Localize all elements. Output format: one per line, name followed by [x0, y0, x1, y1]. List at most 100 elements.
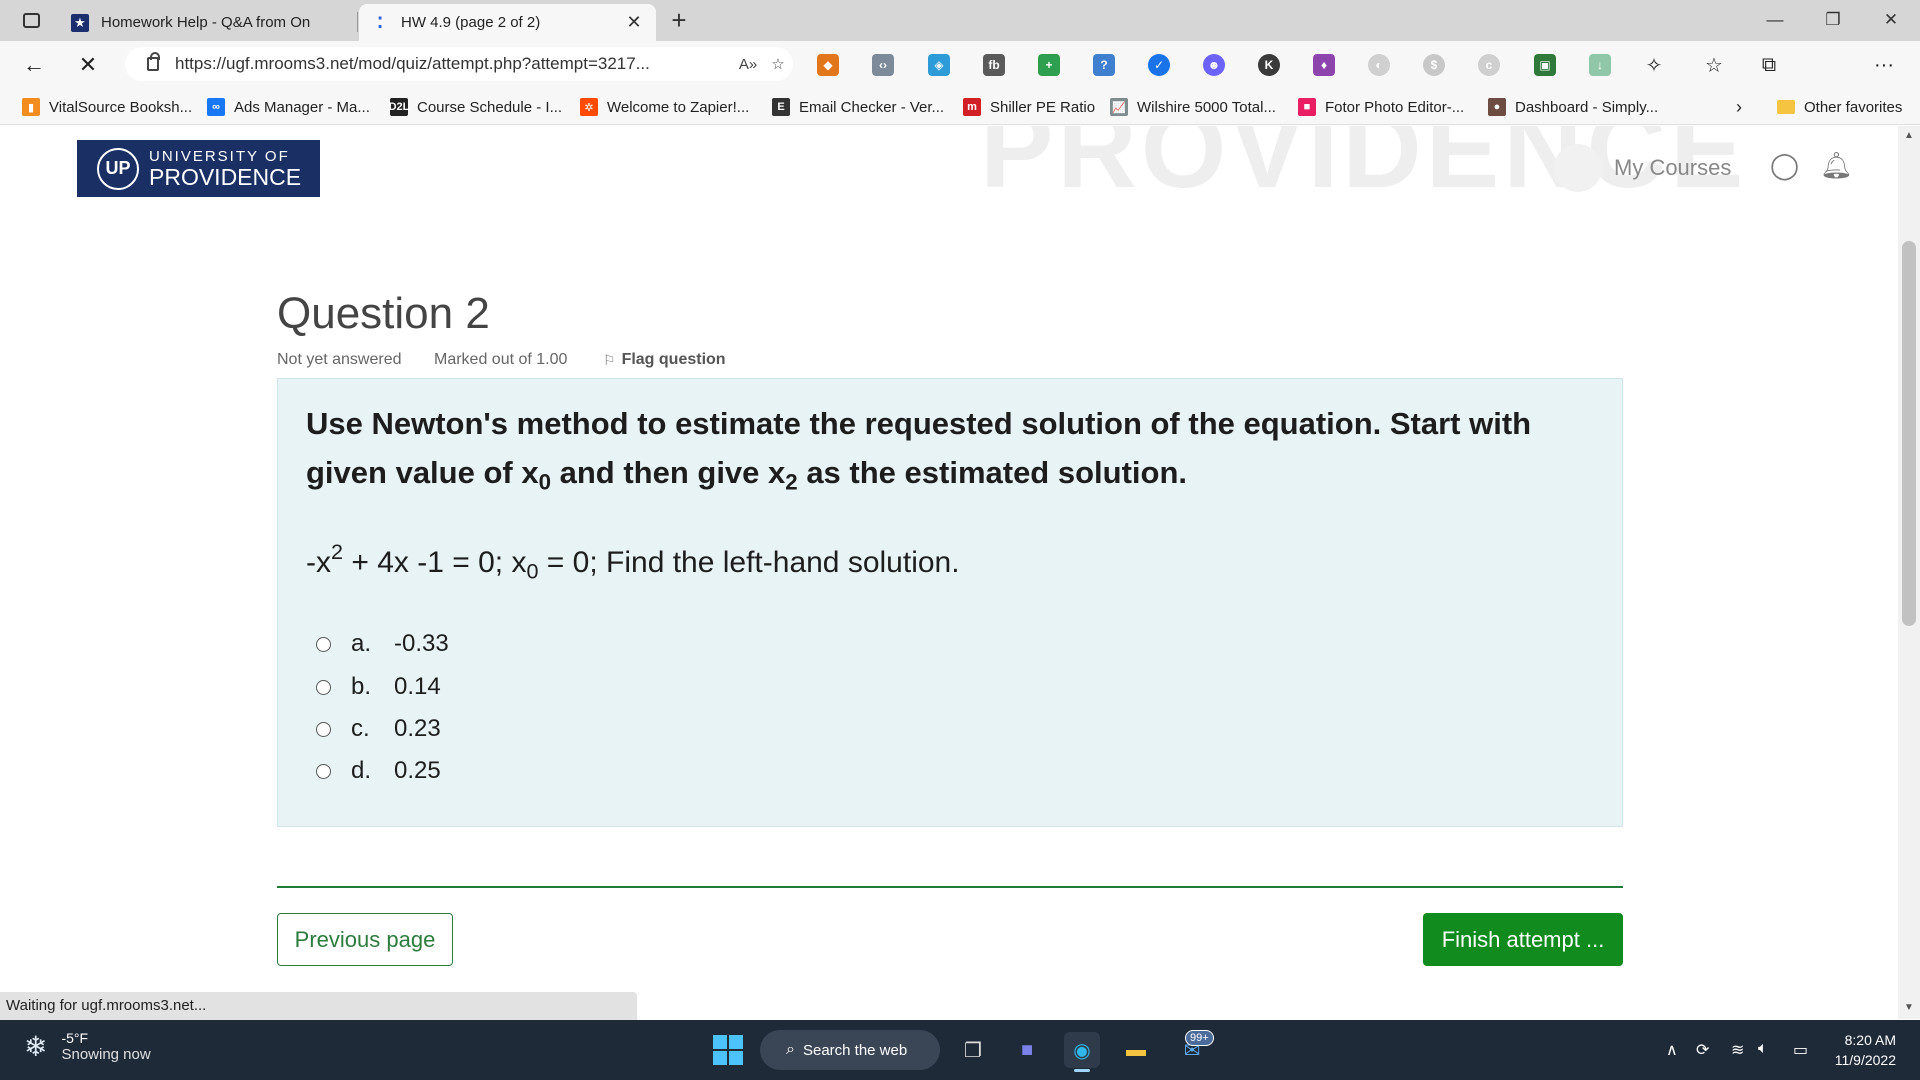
my-courses-label: My Courses [1614, 155, 1732, 180]
add-favorite-icon[interactable]: ☆ [763, 55, 793, 73]
messages-icon[interactable]: ◯ [1770, 150, 1799, 181]
favorite-item[interactable]: ∞ Ads Manager - Ma... [207, 96, 370, 118]
browser-status-text: Waiting for ugf.mrooms3.net... [0, 992, 637, 1020]
favorite-item[interactable]: ✲ Welcome to Zapier!... [580, 96, 749, 118]
back-button[interactable]: ← [18, 50, 50, 80]
tab-actions-button[interactable] [16, 8, 46, 32]
file-explorer-icon[interactable]: ▬ [1118, 1032, 1154, 1068]
lock-icon [147, 52, 160, 71]
sync-icon[interactable]: ⟳ [1696, 1040, 1709, 1060]
code-extension-icon[interactable]: ‹› [872, 54, 894, 76]
radio-button[interactable] [316, 721, 331, 737]
windows-logo-icon [713, 1035, 727, 1049]
metamask-extension-icon[interactable]: ◆ [817, 54, 839, 76]
email-checker-icon: E [772, 98, 790, 116]
download-extension-icon[interactable]: ↓ [1589, 54, 1611, 76]
equation-text: + 4x -1 = 0; x [343, 545, 527, 579]
new-tab-button[interactable]: + [664, 5, 694, 35]
temperature: -5°F [61, 1030, 89, 1046]
scrollbar-thumb[interactable] [1902, 241, 1916, 626]
tab-strip: ★ Homework Help - Q&A from On ⁚ HW 4.9 (… [0, 0, 1920, 41]
windows-logo-icon [729, 1035, 743, 1049]
fb-extension-icon[interactable]: fb [983, 54, 1005, 76]
scroll-down-arrow-icon[interactable]: ▼ [1904, 1002, 1914, 1013]
favorite-item[interactable]: ■ Fotor Photo Editor-... [1298, 96, 1464, 118]
teams-chat-icon[interactable]: ■ [1009, 1032, 1045, 1068]
dollar-extension-icon[interactable]: $ [1423, 54, 1445, 76]
favorite-item[interactable]: D2L Course Schedule - I... [389, 96, 562, 118]
tab-homework-help[interactable]: ★ Homework Help - Q&A from On [59, 4, 357, 41]
url-text: https://ugf.mrooms3.net/mod/quiz/attempt… [175, 54, 650, 73]
flag-question-label: Flag question [621, 351, 726, 368]
show-hidden-icons-chevron-icon[interactable]: ∧ [1666, 1040, 1678, 1060]
university-logo[interactable]: UP UNIVERSITY OF PROVIDENCE [77, 140, 320, 197]
equation-superscript: 2 [331, 539, 344, 564]
meta-icon: ∞ [207, 98, 225, 116]
favorite-item[interactable]: E Email Checker - Ver... [772, 96, 944, 118]
battery-icon[interactable]: ▭ [1793, 1040, 1808, 1060]
read-aloud-icon[interactable]: A» [733, 56, 763, 73]
link-extension-icon[interactable]: ◈ [928, 54, 950, 76]
favorites-overflow-chevron-icon[interactable]: › [1736, 96, 1742, 118]
stop-loading-button[interactable]: ✕ [72, 50, 104, 80]
check-extension-icon[interactable]: ✓ [1148, 54, 1170, 76]
ruler-extension-icon[interactable]: ? [1093, 54, 1115, 76]
radio-button[interactable] [316, 763, 331, 779]
taskbar-search[interactable]: ⌕ Search the web [760, 1030, 940, 1070]
favorites-icon[interactable]: ☆ [1698, 50, 1730, 80]
logo-line-1: UNIVERSITY OF [149, 147, 290, 165]
finish-attempt-button[interactable]: Finish attempt ... [1423, 913, 1623, 966]
zapier-icon: ✲ [580, 98, 598, 116]
option-value: 0.14 [394, 673, 441, 700]
notifications-bell-icon[interactable]: 🔔︎ [1820, 150, 1853, 181]
favorite-label: Welcome to Zapier!... [607, 98, 750, 116]
star-favicon-icon: ★ [71, 13, 89, 32]
other-favorites-folder[interactable]: Other favorites [1777, 96, 1902, 118]
previous-page-button[interactable]: Previous page [277, 913, 453, 966]
address-bar[interactable]: https://ugf.mrooms3.net/mod/quiz/attempt… [125, 47, 793, 81]
radio-button[interactable] [316, 679, 331, 695]
favorite-item[interactable]: ▮ VitalSource Booksh... [22, 96, 192, 118]
volume-muted-icon[interactable]: 🔈︎ [1758, 1040, 1768, 1058]
chat-extension-icon[interactable]: ☻ [1203, 54, 1225, 76]
favorite-label: VitalSource Booksh... [49, 98, 193, 116]
question-title: Question 2 [277, 289, 490, 338]
taskbar-clock[interactable]: 8:20 AM 11/9/2022 [1826, 1030, 1896, 1070]
tab-hw-4-9[interactable]: ⁚ HW 4.9 (page 2 of 2) ✕ [359, 4, 656, 41]
radio-button[interactable] [316, 636, 331, 652]
wifi-icon[interactable]: ≋ [1731, 1040, 1744, 1060]
start-button[interactable] [713, 1035, 743, 1065]
favorite-item[interactable]: 📈 Wilshire 5000 Total... [1110, 96, 1276, 118]
extensions-icon[interactable]: ✧ [1638, 50, 1670, 80]
search-icon: ⌕ [786, 1041, 795, 1058]
answer-option-c[interactable]: c. 0.23 [316, 714, 441, 744]
favorite-item[interactable]: m Shiller PE Ratio [963, 96, 1095, 118]
plus-extension-icon[interactable]: + [1038, 54, 1060, 76]
c-extension-icon[interactable]: c [1478, 54, 1500, 76]
favorite-item[interactable]: ● Dashboard - Simply... [1488, 96, 1658, 118]
gem-extension-icon[interactable]: ♦ [1313, 54, 1335, 76]
close-window-button[interactable]: ✕ [1864, 0, 1918, 40]
restore-button[interactable]: ❐ [1806, 0, 1860, 40]
minimize-button[interactable]: — [1748, 0, 1802, 40]
flag-question-link[interactable]: ⚐ Flag question [603, 351, 726, 369]
my-courses-link[interactable]: My Courses [1554, 144, 1731, 192]
answer-option-d[interactable]: d. 0.25 [316, 756, 441, 786]
task-view-icon[interactable]: ❐ [955, 1032, 991, 1068]
clock-date: 11/9/2022 [1834, 1052, 1896, 1068]
image-extension-icon[interactable]: ▣ [1534, 54, 1556, 76]
answer-option-b[interactable]: b. 0.14 [316, 672, 441, 702]
close-tab-icon[interactable]: ✕ [624, 12, 644, 33]
option-value: 0.25 [394, 757, 441, 784]
weather-widget[interactable]: ❄ -5°F Snowing now [24, 1030, 151, 1063]
prompt-subscript: 0 [538, 469, 551, 495]
k-extension-icon[interactable]: K [1258, 54, 1280, 76]
collections-icon[interactable]: ⧉ [1753, 50, 1785, 80]
edge-app-icon[interactable]: ◉ [1064, 1032, 1100, 1072]
scroll-up-arrow-icon[interactable]: ▲ [1904, 130, 1914, 141]
page-scrollbar[interactable]: ▲ ▼ [1898, 126, 1920, 1019]
answer-option-a[interactable]: a. -0.33 [316, 629, 449, 659]
more-menu-icon[interactable]: ··· [1868, 50, 1900, 80]
option-letter: c. [351, 715, 370, 742]
moon-extension-icon[interactable]: ◐ [1368, 54, 1390, 76]
